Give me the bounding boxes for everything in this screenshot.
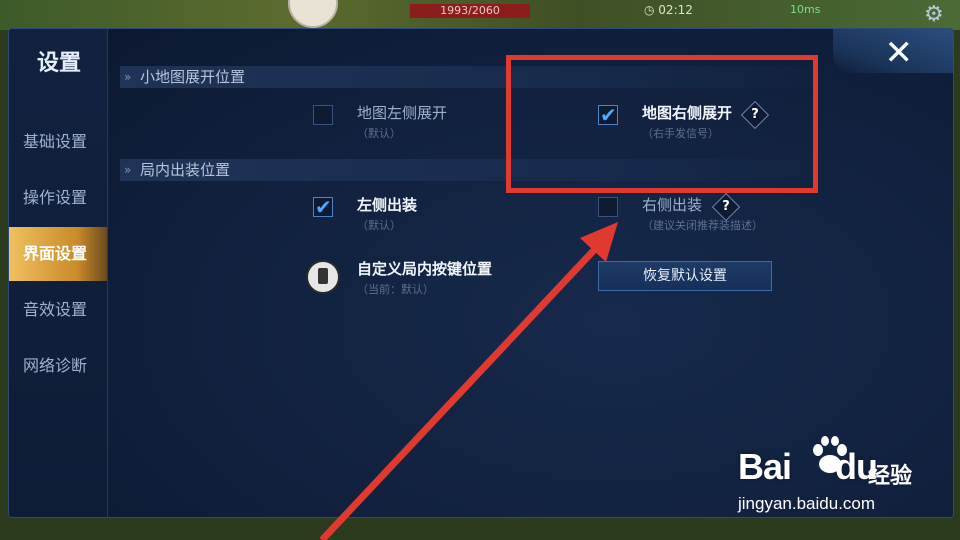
baidu-watermark: Bai du 经验 jingyan.baidu.com bbox=[738, 436, 953, 526]
annotation-arrow-shaft bbox=[319, 245, 599, 540]
watermark-brand: 经验 bbox=[868, 464, 913, 489]
watermark-url: jingyan.baidu.com bbox=[738, 494, 876, 513]
paw-icon bbox=[813, 436, 847, 473]
